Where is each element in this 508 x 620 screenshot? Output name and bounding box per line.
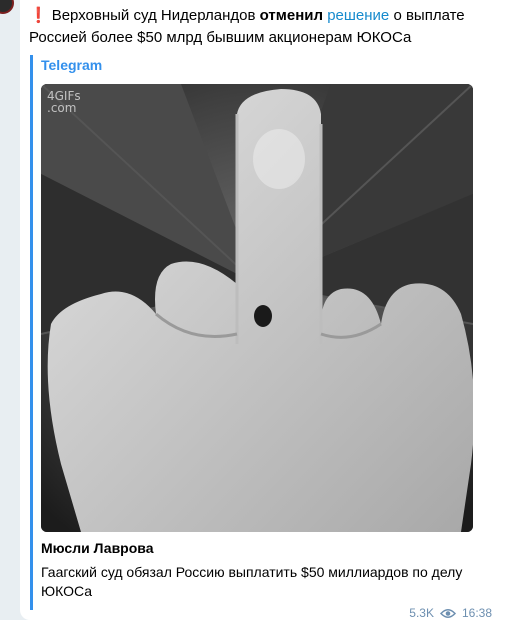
message-link[interactable]: решение [327,7,389,24]
message-meta: 5.3K 16:38 [409,606,492,620]
preview-title: Мюсли Лаврова [41,540,154,556]
link-preview[interactable]: Telegram 4GIFs .com Мюсли Лаврова Гаагск… [30,55,493,610]
channel-avatar[interactable] [0,0,14,14]
message-text: ❗ Верховный суд Нидерландов отменил решен… [29,5,499,49]
eye-icon [439,608,456,618]
message-text-bold: отменил [259,7,324,24]
preview-media[interactable]: 4GIFs .com [41,84,473,532]
views-count: 5.3K [409,606,434,620]
preview-site-name: Telegram [41,57,103,73]
message-bubble: ❗ Верховный суд Нидерландов отменил решен… [20,0,508,620]
message-text-part1: Верховный суд Нидерландов [51,7,260,24]
message-time: 16:38 [461,606,492,620]
hand-gesture-image [41,84,473,532]
exclamation-icon: ❗ [29,7,48,24]
preview-description: Гаагский суд обязал Россию выплатить $50… [41,564,463,599]
media-watermark: 4GIFs .com [47,89,81,115]
